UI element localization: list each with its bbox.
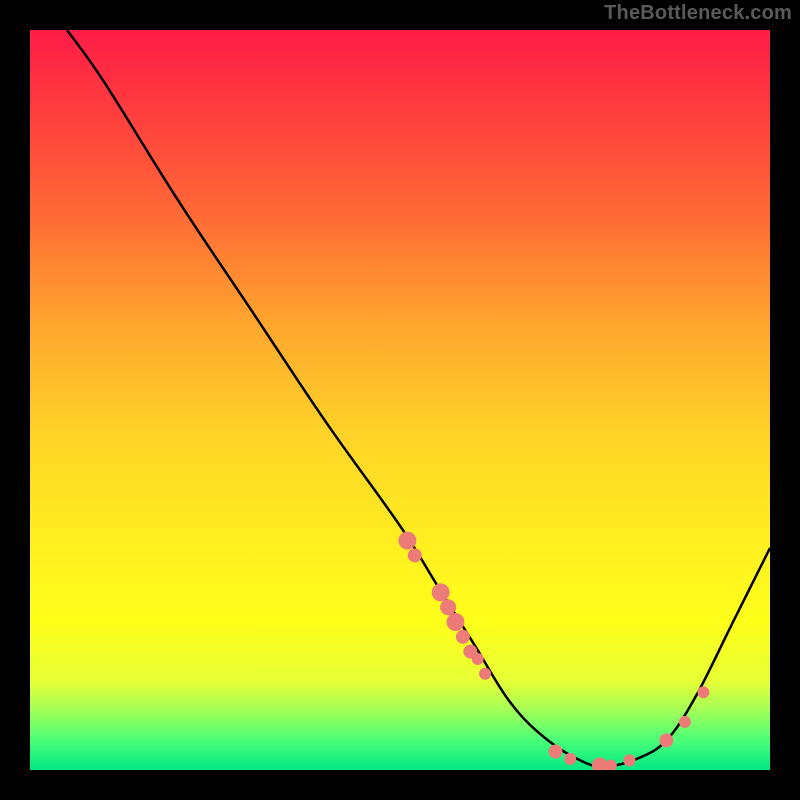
data-marker: [697, 686, 709, 698]
data-marker: [447, 613, 465, 631]
data-marker: [408, 548, 422, 562]
plot-area: [30, 30, 770, 770]
data-marker: [479, 668, 491, 680]
data-marker: [623, 754, 635, 766]
data-marker: [679, 716, 691, 728]
chart-container: TheBottleneck.com: [0, 0, 800, 800]
chart-svg: [30, 30, 770, 770]
data-marker: [548, 745, 562, 759]
data-marker: [472, 653, 484, 665]
data-marker: [432, 583, 450, 601]
data-marker: [659, 733, 673, 747]
data-marker: [398, 532, 416, 550]
data-markers: [398, 532, 709, 770]
bottleneck-curve: [67, 30, 770, 767]
data-marker: [564, 753, 576, 765]
data-marker: [456, 630, 470, 644]
data-marker: [605, 760, 617, 770]
watermark-text: TheBottleneck.com: [604, 2, 792, 25]
data-marker: [440, 599, 456, 615]
